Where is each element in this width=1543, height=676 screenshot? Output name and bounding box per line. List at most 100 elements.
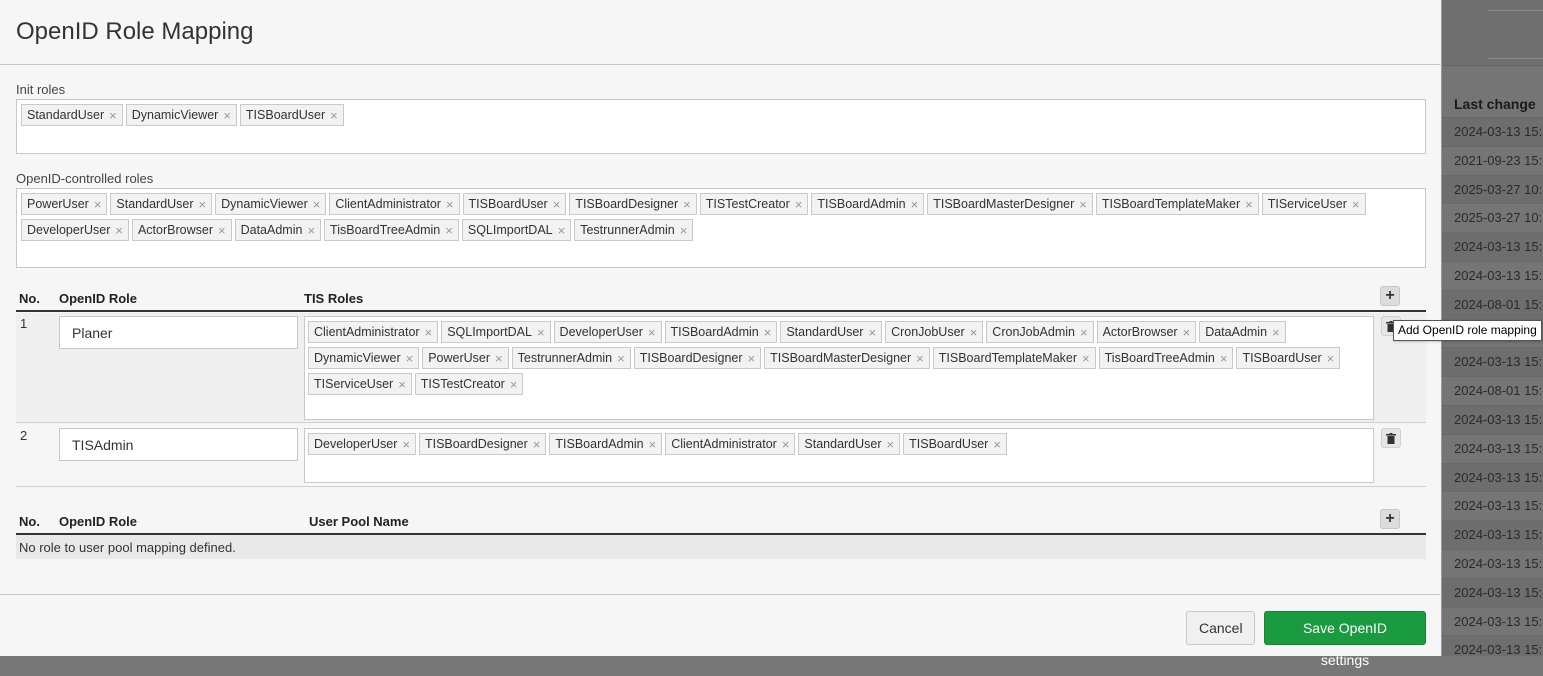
role-tag: TISBoardUser × bbox=[239, 104, 344, 126]
remove-tag-icon[interactable]: × bbox=[446, 198, 454, 211]
remove-tag-icon[interactable]: × bbox=[1183, 326, 1191, 339]
col-header-no: No. bbox=[19, 291, 40, 306]
role-tag: CronJobUser × bbox=[885, 321, 984, 343]
background-row: 2024-08-01 15: bbox=[1442, 376, 1543, 405]
role-mapping-table-header: No. OpenID Role TIS Roles bbox=[16, 287, 1426, 312]
remove-tag-icon[interactable]: × bbox=[795, 198, 803, 211]
modal-header: OpenID Role Mapping bbox=[0, 0, 1442, 65]
remove-tag-icon[interactable]: × bbox=[406, 352, 414, 365]
remove-tag-icon[interactable]: × bbox=[307, 224, 315, 237]
role-tag-label: DynamicViewer bbox=[221, 197, 308, 211]
remove-tag-icon[interactable]: × bbox=[649, 438, 657, 451]
remove-tag-icon[interactable]: × bbox=[782, 438, 790, 451]
remove-tag-icon[interactable]: × bbox=[223, 109, 231, 122]
role-tag: TISBoardUser × bbox=[462, 193, 567, 215]
role-tag: TISBoardDesigner × bbox=[569, 193, 697, 215]
role-tag-label: ClientAdministrator bbox=[335, 197, 441, 211]
role-tag: TestrunnerAdmin × bbox=[574, 219, 694, 241]
add-user-pool-mapping-button[interactable]: + bbox=[1380, 509, 1400, 529]
background-row: 2024-03-13 15: bbox=[1442, 606, 1543, 636]
remove-tag-icon[interactable]: × bbox=[402, 438, 410, 451]
remove-tag-icon[interactable]: × bbox=[648, 326, 656, 339]
role-tag: StandardUser × bbox=[798, 433, 901, 455]
remove-tag-icon[interactable]: × bbox=[1245, 198, 1253, 211]
remove-tag-icon[interactable]: × bbox=[553, 198, 561, 211]
tis-roles-input[interactable]: ClientAdministrator × SQLImportDAL × Develop… bbox=[304, 316, 1374, 420]
remove-tag-icon[interactable]: × bbox=[115, 224, 123, 237]
role-tag-label: StandardUser bbox=[27, 108, 105, 122]
role-tag-label: TIServiceUser bbox=[1267, 197, 1347, 211]
init-roles-input[interactable]: StandardUser × DynamicViewer × TISBoardUser × bbox=[16, 99, 1426, 154]
role-tag: ClientAdministrator × bbox=[665, 433, 796, 455]
remove-tag-icon[interactable]: × bbox=[1079, 198, 1087, 211]
controlled-roles-input[interactable]: PowerUser × StandardUser × DynamicViewer × Cli… bbox=[16, 188, 1426, 268]
remove-tag-icon[interactable]: × bbox=[617, 352, 625, 365]
role-tag-label: DeveloperUser bbox=[27, 223, 111, 237]
remove-tag-icon[interactable]: × bbox=[445, 224, 453, 237]
role-tag: TISBoardTemplateMaker × bbox=[1095, 193, 1259, 215]
role-tag: PowerUser × bbox=[422, 347, 509, 369]
remove-tag-icon[interactable]: × bbox=[1327, 352, 1335, 365]
role-tag: TisBoardTreeAdmin × bbox=[324, 219, 459, 241]
row-number: 2 bbox=[20, 428, 28, 443]
remove-tag-icon[interactable]: × bbox=[218, 224, 226, 237]
role-tag: TISBoardAdmin × bbox=[549, 433, 663, 455]
remove-tag-icon[interactable]: × bbox=[1080, 326, 1088, 339]
role-tag-label: TIServiceUser bbox=[314, 377, 394, 391]
tis-roles-input[interactable]: DeveloperUser × TISBoardDesigner × TISBoardA… bbox=[304, 428, 1374, 483]
remove-tag-icon[interactable]: × bbox=[993, 438, 1001, 451]
save-openid-settings-button[interactable]: Save OpenID settings bbox=[1264, 611, 1426, 668]
remove-tag-icon[interactable]: × bbox=[94, 198, 102, 211]
role-tag-label: TISBoardUser bbox=[909, 437, 989, 451]
role-tag-label: TISBoardUser bbox=[1242, 351, 1322, 365]
remove-tag-icon[interactable]: × bbox=[683, 198, 691, 211]
role-tag-label: TISTestCreator bbox=[420, 377, 505, 391]
remove-tag-icon[interactable]: × bbox=[313, 198, 321, 211]
user-pool-table-header: No. OpenID Role User Pool Name bbox=[16, 510, 1426, 535]
background-row: 2024-03-13 15: bbox=[1442, 520, 1543, 550]
cancel-button[interactable]: Cancel bbox=[1186, 611, 1255, 645]
role-tag-label: TestrunnerAdmin bbox=[517, 351, 613, 365]
delete-row-button[interactable] bbox=[1381, 428, 1401, 448]
remove-tag-icon[interactable]: × bbox=[680, 224, 688, 237]
remove-tag-icon[interactable]: × bbox=[109, 109, 117, 122]
role-tag: DataAdmin × bbox=[1199, 321, 1286, 343]
remove-tag-icon[interactable]: × bbox=[764, 326, 772, 339]
remove-tag-icon[interactable]: × bbox=[970, 326, 978, 339]
remove-tag-icon[interactable]: × bbox=[495, 352, 503, 365]
background-row: 2024-08-01 15: bbox=[1442, 289, 1543, 319]
add-mapping-tooltip: Add OpenID role mapping bbox=[1393, 320, 1542, 341]
remove-tag-icon[interactable]: × bbox=[1272, 326, 1280, 339]
remove-tag-icon[interactable]: × bbox=[1082, 352, 1090, 365]
role-tag-label: TestrunnerAdmin bbox=[580, 223, 675, 237]
remove-tag-icon[interactable]: × bbox=[1352, 198, 1360, 211]
remove-tag-icon[interactable]: × bbox=[558, 224, 566, 237]
remove-tag-icon[interactable]: × bbox=[916, 352, 924, 365]
role-tag: TISBoardMasterDesigner × bbox=[764, 347, 930, 369]
role-tag-label: ClientAdministrator bbox=[671, 437, 777, 451]
role-tag-label: TISBoardAdmin bbox=[555, 437, 644, 451]
role-tag-label: ActorBrowser bbox=[1102, 325, 1178, 339]
remove-tag-icon[interactable]: × bbox=[425, 326, 433, 339]
role-tag: TISBoardMasterDesigner × bbox=[927, 193, 1093, 215]
remove-tag-icon[interactable]: × bbox=[330, 109, 338, 122]
role-tag-label: TISBoardAdmin bbox=[817, 197, 906, 211]
role-tag-label: CronJobUser bbox=[891, 325, 965, 339]
remove-tag-icon[interactable]: × bbox=[510, 378, 518, 391]
role-tag-label: TisBoardTreeAdmin bbox=[1104, 351, 1215, 365]
role-tag-label: TISBoardTemplateMaker bbox=[1101, 197, 1241, 211]
remove-tag-icon[interactable]: × bbox=[1220, 352, 1228, 365]
remove-tag-icon[interactable]: × bbox=[911, 198, 919, 211]
add-role-mapping-button[interactable]: + bbox=[1380, 286, 1400, 306]
remove-tag-icon[interactable]: × bbox=[199, 198, 207, 211]
remove-tag-icon[interactable]: × bbox=[868, 326, 876, 339]
table-row: 2 DeveloperUser×TISBoardDesigner×TISBoar… bbox=[16, 425, 1426, 487]
remove-tag-icon[interactable]: × bbox=[398, 378, 406, 391]
remove-tag-icon[interactable]: × bbox=[537, 326, 545, 339]
remove-tag-icon[interactable]: × bbox=[533, 438, 541, 451]
openid-role-input[interactable] bbox=[59, 316, 298, 349]
role-tag-label: CronJobAdmin bbox=[992, 325, 1075, 339]
remove-tag-icon[interactable]: × bbox=[748, 352, 756, 365]
remove-tag-icon[interactable]: × bbox=[887, 438, 895, 451]
openid-role-input[interactable] bbox=[59, 428, 298, 461]
